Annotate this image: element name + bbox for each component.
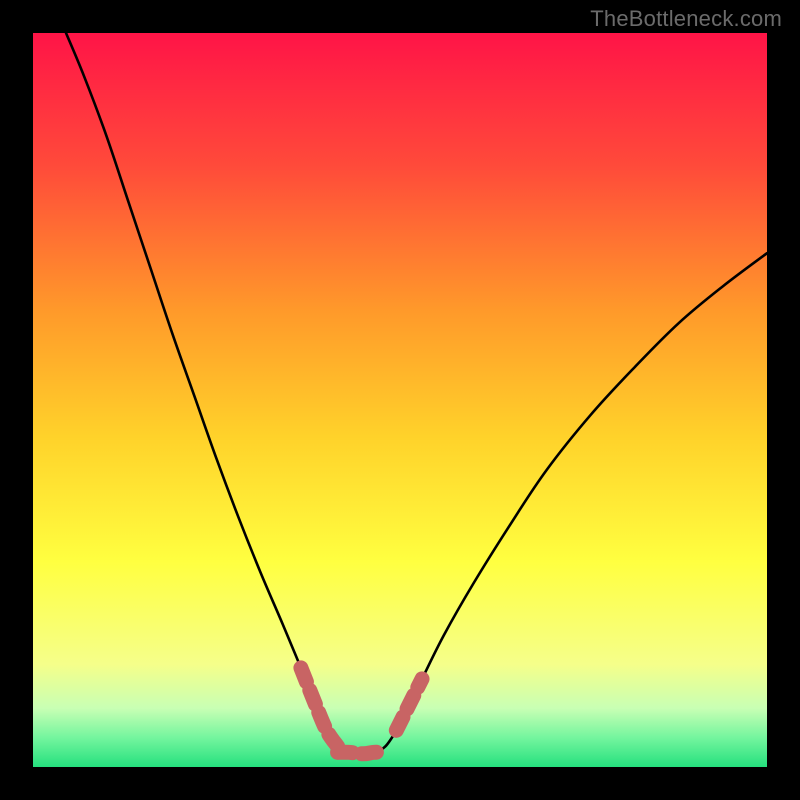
plot-area [33, 33, 767, 767]
chart-frame: TheBottleneck.com [0, 0, 800, 800]
trough-marker [338, 752, 386, 754]
gradient-background [33, 33, 767, 767]
watermark-text: TheBottleneck.com [590, 6, 782, 32]
chart-svg [33, 33, 767, 767]
